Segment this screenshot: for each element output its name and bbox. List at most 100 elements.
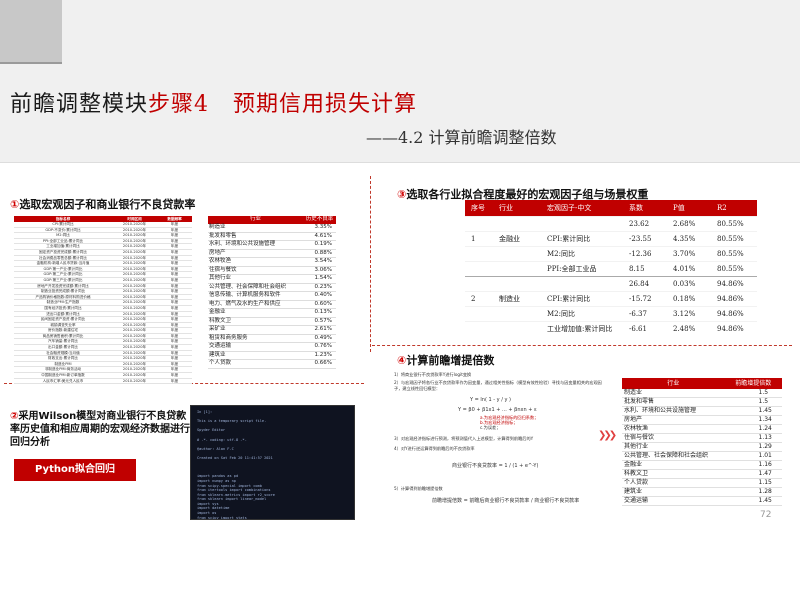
multiplier-industry: 房地产 (622, 415, 725, 425)
result-p: 2.48% (667, 320, 711, 336)
t3-header-factor: 宏观因子-中文 (541, 200, 623, 216)
result-r2: 80.55% (711, 245, 757, 261)
table-row: 金融业 0.13% (208, 308, 336, 318)
formula-logit: Y = ln( 1 - y / y ) (470, 397, 512, 403)
table-row: 公共管理、社会保障和社会组织 1.01 (622, 451, 782, 461)
result-industry (493, 245, 541, 261)
t3-header-r2: R2 (711, 200, 757, 216)
industry-npl: 0.13% (302, 308, 336, 318)
result-factor: CPI:累计同比 (541, 230, 623, 246)
industry-name: 农林牧渔 (208, 257, 303, 267)
result-p: 3.12% (667, 305, 711, 321)
formula-multiplier: 前瞻增提倍数 = 前瞻后商业银行不良贷款率 / 商业银行不良贷款率 (432, 498, 580, 504)
section1-heading: ①选取宏观因子和商业银行不良贷款率 (10, 196, 195, 212)
result-r2: 94.86% (711, 320, 757, 336)
result-factor: M2:同比 (541, 305, 623, 321)
table-row: 个人贷款 1.15 (622, 478, 782, 488)
result-coef: 8.15 (623, 260, 667, 276)
result-industry (493, 215, 541, 231)
multiplier-value: 1.29 (724, 442, 782, 452)
result-coef: -23.55 (623, 230, 667, 246)
industry-name: 制造业 (208, 224, 303, 233)
result-p: 0.03% (667, 275, 711, 291)
table-row: 农林牧渔 3.54% (208, 257, 336, 267)
t3-header-idx: 序号 (465, 200, 493, 216)
t3-header-coef: 系数 (623, 200, 667, 216)
industry-name: 个人贷款 (208, 359, 303, 369)
table-row: 水利、环境和公共设施管理 1.45 (622, 406, 782, 416)
result-p: 2.68% (667, 215, 711, 231)
t4-header-industry: 行业 (622, 378, 725, 389)
title-main: 前瞻调整模块 (10, 92, 149, 117)
result-r2: 80.55% (711, 230, 757, 246)
industry-npl: 0.60% (302, 300, 336, 309)
corner-rule (0, 62, 62, 64)
table-row: 个人贷款 0.66% (208, 359, 336, 369)
formula-step1: 1）将商业银行不良贷款率Y进行logit变换 (394, 372, 472, 377)
page-title: 前瞻调整模块步骤4 预期信用损失计算 (10, 86, 417, 118)
result-factor: M2:同比 (541, 245, 623, 261)
table-row: 其他行业 1.54% (208, 274, 336, 284)
industry-npl: 1.54% (302, 274, 336, 284)
header-divider (0, 162, 800, 163)
multiplier-value: 1.15 (724, 478, 782, 488)
divider-vertical-top (370, 176, 371, 352)
table-row: 水利、环境和公共设施管理 0.19% (208, 240, 336, 250)
result-idx (465, 215, 493, 231)
section4-number: ④ (397, 354, 407, 367)
t2-header-industry: 行业 (208, 216, 303, 224)
python-code-screenshot: In [1]: This is a temporary script file.… (190, 405, 355, 520)
multiplier-industry: 建筑业 (622, 487, 725, 497)
result-r2: 80.55% (711, 215, 757, 231)
result-p: 3.70% (667, 245, 711, 261)
result-factor: PPI:全部工业品 (541, 260, 623, 276)
multiplier-value: 1.24 (724, 424, 782, 434)
industry-npl: 3.06% (302, 266, 336, 275)
multiplier-industry: 其他行业 (622, 442, 725, 452)
multiplier-value: 1.45 (724, 406, 782, 416)
result-r2: 94.86% (711, 275, 757, 291)
t4-header-multiplier: 前瞻增提倍数 (724, 378, 782, 389)
result-idx (465, 245, 493, 261)
result-idx (465, 305, 493, 321)
industry-npl: 2.61% (302, 325, 336, 335)
industry-name: 金融业 (208, 308, 303, 318)
section3-number: ③ (397, 188, 407, 201)
multiplier-value: 1.5 (724, 389, 782, 398)
result-r2: 80.55% (711, 260, 757, 276)
industry-name: 采矿业 (208, 325, 303, 335)
title-rest: 预期信用损失计算 (233, 92, 418, 117)
table-row: 批发和零售 4.61% (208, 232, 336, 241)
result-factor: CPI:累计同比 (541, 290, 623, 306)
result-p: 4.01% (667, 260, 711, 276)
industry-npl: 0.19% (302, 240, 336, 250)
table-row: 电力、燃气及水的生产和供应 0.60% (208, 300, 336, 309)
table-row: 工业增加值:累计同比 -6.61 2.48% 94.86% (465, 320, 757, 336)
table-row: 农林牧渔 1.24 (622, 424, 782, 434)
arrow-right-icon: ❯❯❯ (598, 430, 617, 441)
formula-step2: 2）与宏观因子将各行业不良贷款率作为因变量，通过相关性指标（模型有效性检验）寻找… (394, 380, 602, 391)
result-coef: 26.84 (623, 275, 667, 291)
result-idx: 1 (465, 230, 493, 246)
result-idx (465, 260, 493, 276)
industry-name: 电力、燃气及水的生产和供应 (208, 300, 303, 309)
t3-header-p: P值 (667, 200, 711, 216)
industry-npl: 0.57% (302, 317, 336, 326)
result-idx (465, 275, 493, 291)
result-coef: -6.37 (623, 305, 667, 321)
title-step: 步骤4 (148, 92, 210, 117)
section1-text: 选取宏观因子和商业银行不良贷款率 (19, 198, 196, 211)
table-row: M2:同比 -6.37 3.12% 94.86% (465, 305, 757, 321)
multiplier-value: 1.47 (724, 469, 782, 479)
industry-npl: 1.23% (302, 351, 336, 360)
indicator-frequency: 年度 (157, 378, 192, 385)
multiplier-value: 1.5 (724, 397, 782, 407)
result-coef: -6.61 (623, 320, 667, 336)
multiplier-industry: 住宿与餐饮 (622, 433, 725, 443)
result-idx: 2 (465, 290, 493, 306)
result-p: 4.35% (667, 230, 711, 246)
table-row: 住宿与餐饮 3.06% (208, 266, 336, 275)
section2-heading: ②采用Wilson模型对商业银行不良贷款率历史值和相应周期的宏观经济数据进行回归… (10, 410, 196, 449)
result-r2: 94.86% (711, 290, 757, 306)
table-row: 住宿与餐饮 1.13 (622, 433, 782, 443)
